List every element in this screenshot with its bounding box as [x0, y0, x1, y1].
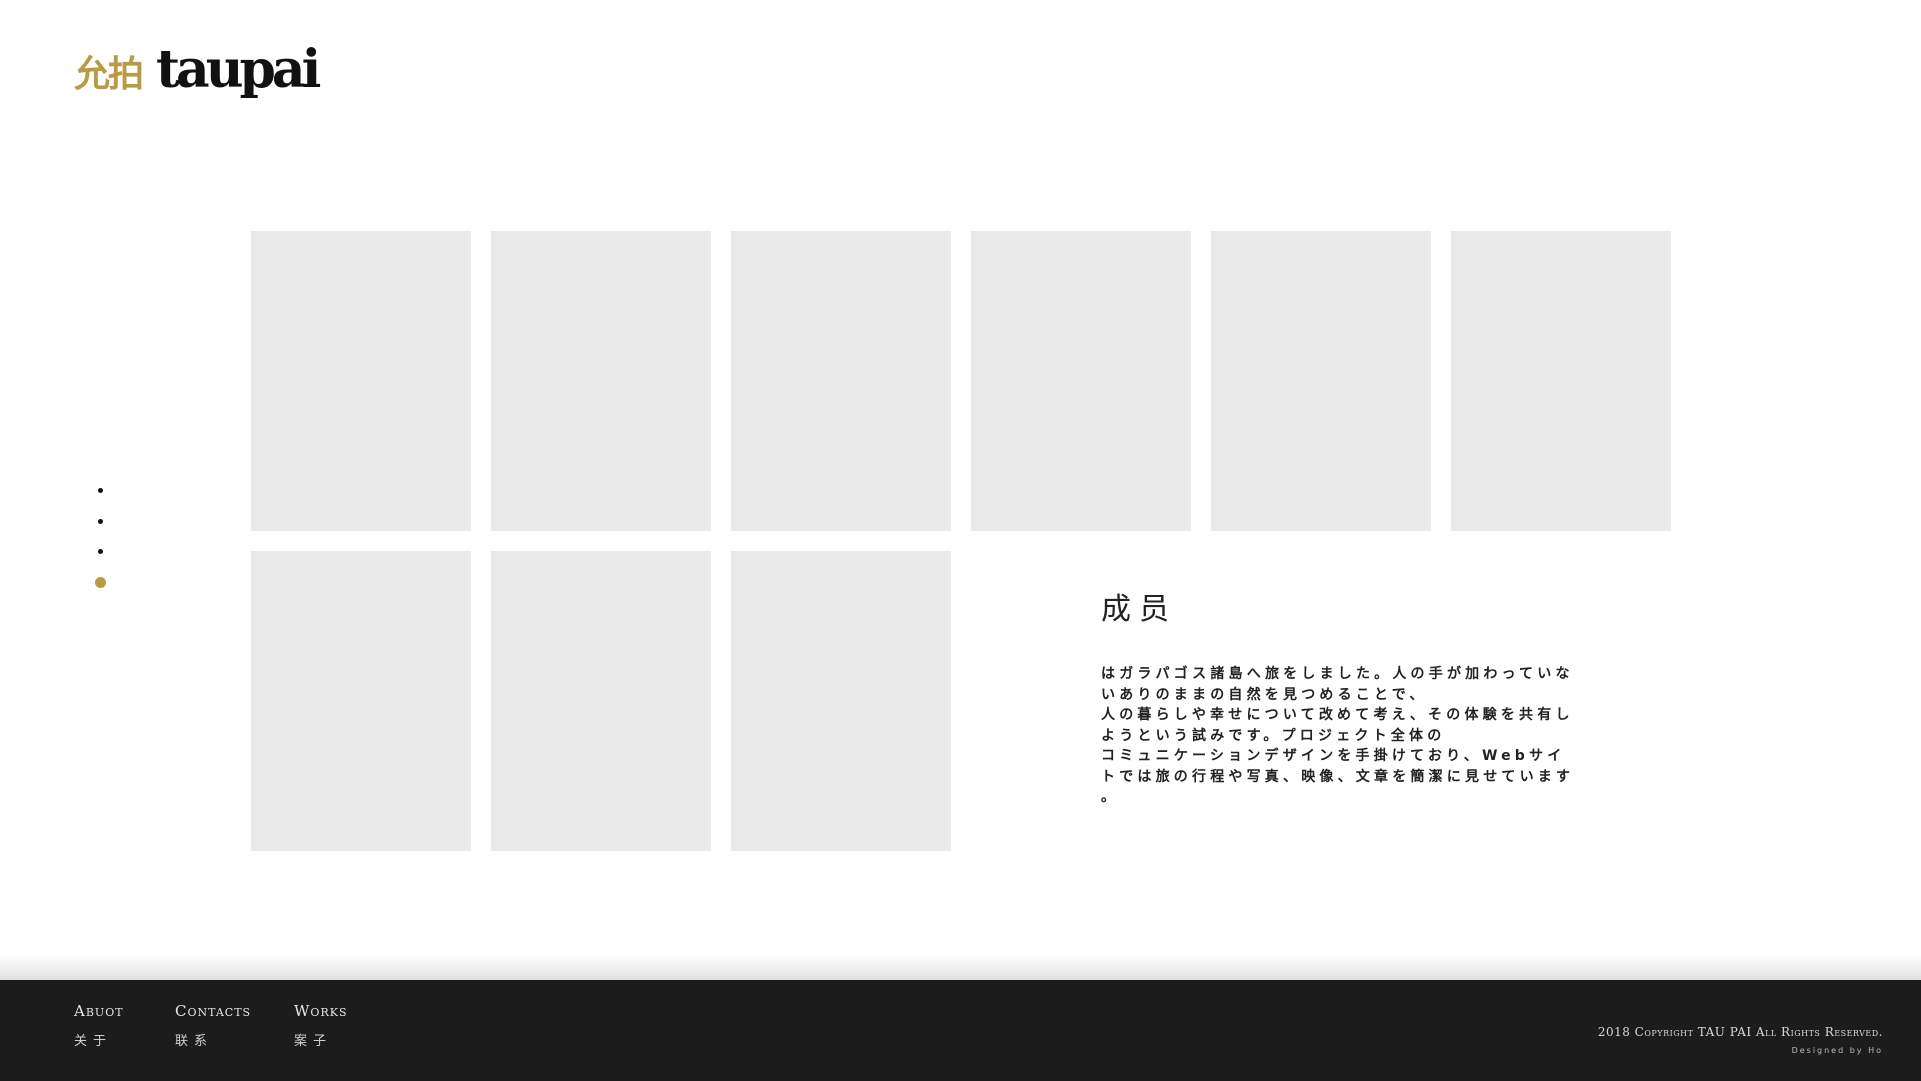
member-text-line: トでは旅の行程や写真、映像、文章を簡潔に見せています — [1101, 768, 1575, 785]
gallery-tile-2[interactable] — [491, 231, 711, 531]
member-text-line: 。 — [1101, 789, 1120, 805]
site-logo[interactable]: 允拍 taupai — [74, 39, 321, 100]
gallery-tile-9[interactable] — [731, 551, 951, 851]
footer-nav-about-cn: 关于 — [74, 1034, 113, 1049]
copyright-text: 2018 Copyright TAU PAI All Rights Reserv… — [1597, 1025, 1883, 1039]
footer-nav-contacts-label: CONTACTS — [175, 1002, 252, 1020]
logo-wordmark: taupai — [156, 39, 321, 100]
gallery-tile-8[interactable] — [491, 551, 711, 851]
gallery-tile-1[interactable] — [251, 231, 471, 531]
logo-mark: 允拍 — [74, 53, 144, 95]
gallery-tile-7[interactable] — [251, 551, 471, 851]
pagination-dot-1[interactable] — [98, 488, 103, 493]
member-description: はガラパゴス諸島へ旅をしました。人の手が加わっていな いありのままの自然を見つめ… — [1101, 664, 1591, 808]
member-text-line: 人の暮らしや幸せについて改めて考え、その体験を共有し — [1101, 707, 1574, 723]
footer-nav-works-label: WORKS — [294, 1002, 348, 1020]
pagination-dot-4-active[interactable] — [95, 577, 106, 588]
footer-nav-works-cn: 案子 — [294, 1034, 333, 1049]
footer-nav-about-label: ABUOT — [74, 1002, 124, 1020]
pagination-dot-3[interactable] — [98, 549, 103, 554]
footer: ABUOT 关于 CONTACTS 联系 WORKS 案子 2018 Copyr… — [0, 980, 1921, 1081]
member-text-line: ようという試みです。プロジェクト全体の — [1101, 727, 1446, 744]
footer-nav-contacts-cn: 联系 — [175, 1034, 214, 1049]
footer-nav-contacts[interactable]: CONTACTS 联系 — [175, 1002, 251, 1049]
member-text-line: コミュニケーションデザインを手掛けており、Webサイ — [1101, 748, 1566, 764]
footer-shadow — [0, 955, 1921, 980]
member-text-line: はガラパゴス諸島へ旅をしました。人の手が加わっていな — [1101, 666, 1574, 682]
pagination-dot-2[interactable] — [98, 519, 103, 524]
page: 允拍 taupai 成员 はガラパゴス諸島へ旅をしました。人の手が加わっていな … — [0, 0, 1921, 1081]
footer-nav-about[interactable]: ABUOT 关于 — [74, 1002, 124, 1049]
footer-nav-works[interactable]: WORKS 案子 — [294, 1002, 347, 1049]
gallery-tile-3[interactable] — [731, 231, 951, 531]
gallery-tile-5[interactable] — [1211, 231, 1431, 531]
designer-credit: Designed by Ho — [1791, 1046, 1883, 1055]
member-title: 成员 — [1101, 592, 1177, 627]
member-text-line: いありのままの自然を見つめることで、 — [1101, 686, 1428, 703]
gallery-tile-6[interactable] — [1451, 231, 1671, 531]
gallery-tile-4[interactable] — [971, 231, 1191, 531]
